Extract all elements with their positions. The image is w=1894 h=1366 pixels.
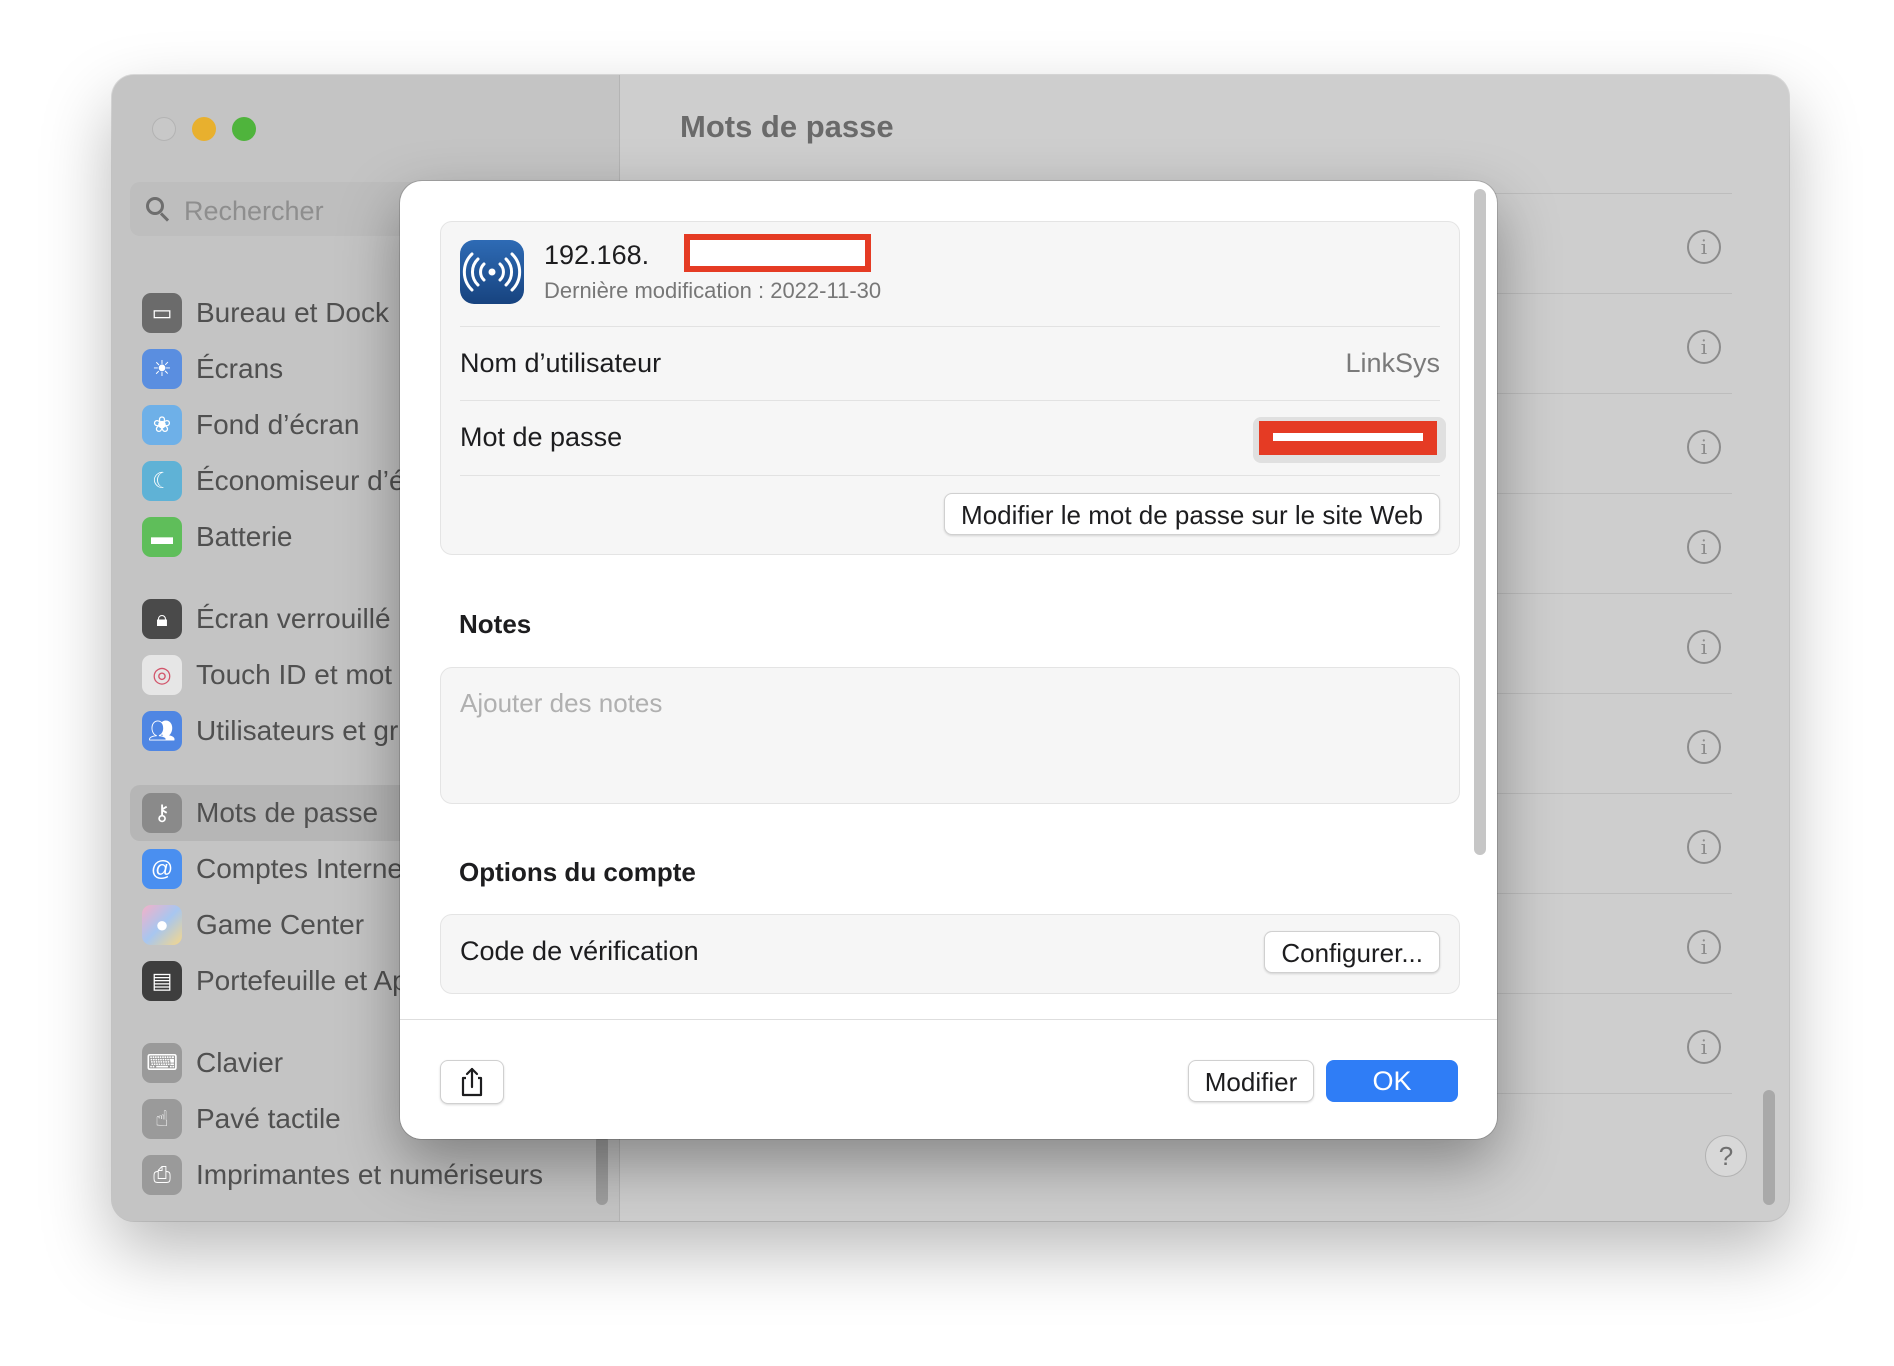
at-icon: @	[142, 849, 182, 889]
wallet-icon: ▤	[142, 961, 182, 1001]
sidebar-item-label: Batterie	[196, 521, 293, 552]
sidebar-item-label: Comptes Interne	[196, 853, 403, 884]
host-address: 192.168.	[544, 240, 650, 270]
sidebar-item-label: Game Center	[196, 909, 365, 940]
sidebar-item-printers[interactable]: ⎙ Imprimantes et numériseurs	[130, 1147, 610, 1203]
account-options-title: Options du compte	[459, 857, 696, 887]
page-title: Mots de passe	[680, 109, 894, 144]
verification-code-label: Code de vérification	[460, 936, 699, 966]
battery-icon: ▬	[142, 517, 182, 557]
screensaver-icon: ☾	[142, 461, 182, 501]
sidebar-item-label: Fond d’écran	[196, 409, 360, 440]
sidebar-item-label: Écran verrouillé	[196, 603, 391, 634]
redaction-box	[684, 234, 871, 272]
sidebar-item-label: Mots de passe	[196, 797, 379, 828]
sidebar-item-label: Portefeuille et Ap	[196, 965, 408, 996]
flower-icon: ❀	[142, 405, 182, 445]
info-icon[interactable]: i	[1687, 630, 1721, 664]
sidebar-item-label: Clavier	[196, 1047, 284, 1078]
divider	[460, 475, 1440, 476]
password-field[interactable]	[1253, 417, 1446, 463]
sun-icon: ☀	[142, 349, 182, 389]
sidebar-item-label: Utilisateurs et gr	[196, 715, 399, 746]
edit-button[interactable]: Modifier	[1188, 1060, 1314, 1102]
redaction-box	[1259, 421, 1437, 455]
info-icon[interactable]: i	[1687, 230, 1721, 264]
change-password-on-website-button[interactable]: Modifier le mot de passe sur le site Web	[944, 493, 1440, 535]
lock-icon: 🔒︎	[142, 599, 182, 639]
main-scrollbar[interactable]	[1763, 1090, 1775, 1205]
divider	[460, 326, 1440, 327]
minimize-window-button[interactable]	[192, 117, 216, 141]
info-icon[interactable]: i	[1687, 330, 1721, 364]
sidebar-item-label: Écrans	[196, 353, 284, 384]
password-detail-sheet: 192.168. Dernière modification : 2022-11…	[400, 181, 1497, 1139]
configure-button[interactable]: Configurer...	[1264, 931, 1440, 973]
dock-icon: ▭	[142, 293, 182, 333]
users-icon: 👥︎	[142, 711, 182, 751]
game-center-icon: ●	[142, 905, 182, 945]
ok-button[interactable]: OK	[1326, 1060, 1458, 1102]
key-icon: ⚷	[142, 793, 182, 833]
info-icon[interactable]: i	[1687, 830, 1721, 864]
info-icon[interactable]: i	[1687, 930, 1721, 964]
last-modified-text: Dernière modification : 2022-11-30	[544, 278, 882, 303]
close-window-button[interactable]	[152, 117, 176, 141]
notes-placeholder: Ajouter des notes	[460, 688, 663, 718]
notes-field[interactable]: Ajouter des notes	[440, 667, 1460, 804]
info-icon[interactable]: i	[1687, 1030, 1721, 1064]
username-value[interactable]: LinkSys	[1345, 348, 1440, 379]
password-label: Mot de passe	[460, 422, 623, 452]
printer-icon: ⎙	[142, 1155, 182, 1195]
sidebar-item-label: Touch ID et mot d	[196, 659, 416, 690]
search-placeholder: Rechercher	[184, 196, 324, 226]
info-icon[interactable]: i	[1687, 430, 1721, 464]
username-label: Nom d’utilisateur	[460, 348, 662, 378]
credential-card: 192.168. Dernière modification : 2022-11…	[440, 221, 1460, 555]
verification-code-row: Code de vérification Configurer...	[440, 914, 1460, 994]
zoom-window-button[interactable]	[232, 117, 256, 141]
sheet-footer: Modifier OK	[400, 1019, 1497, 1139]
share-button[interactable]	[440, 1060, 504, 1104]
sidebar-item-label: Imprimantes et numériseurs	[196, 1159, 544, 1190]
help-button[interactable]: ?	[1705, 1135, 1747, 1177]
wifi-icon	[460, 240, 524, 304]
info-icon[interactable]: i	[1687, 730, 1721, 764]
info-icon[interactable]: i	[1687, 530, 1721, 564]
sidebar-item-label: Bureau et Dock	[196, 297, 389, 328]
fingerprint-icon: ◎	[142, 655, 182, 695]
sidebar-item-label: Économiseur d’éc	[196, 465, 419, 496]
share-icon	[461, 1067, 483, 1097]
sheet-scrollbar[interactable]	[1474, 189, 1486, 855]
notes-title: Notes	[459, 609, 532, 639]
keyboard-icon: ⌨	[142, 1043, 182, 1083]
sidebar-scrollbar[interactable]	[596, 1135, 608, 1205]
sidebar-item-label: Pavé tactile	[196, 1103, 341, 1134]
divider	[460, 400, 1440, 401]
search-icon	[146, 197, 164, 215]
trackpad-icon: ☝	[142, 1099, 182, 1139]
